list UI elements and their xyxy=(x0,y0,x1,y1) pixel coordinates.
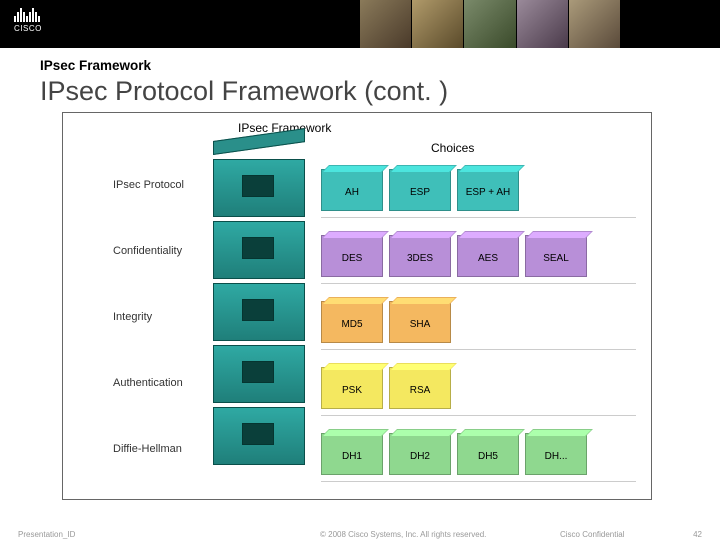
stack-block xyxy=(213,345,305,403)
stack-block xyxy=(213,159,305,217)
top-bar: CISCO xyxy=(0,0,720,48)
stack-block xyxy=(213,283,305,341)
slide-title: IPsec Protocol Framework (cont. ) xyxy=(40,76,448,107)
choice-block: RSA xyxy=(389,367,451,409)
choice-block: DH2 xyxy=(389,433,451,475)
page-number: 42 xyxy=(693,530,702,539)
choices-label: Choices xyxy=(431,141,474,155)
choice-block: 3DES xyxy=(389,235,451,277)
choice-block: PSK xyxy=(321,367,383,409)
choice-block: AH xyxy=(321,169,383,211)
choice-block: DH5 xyxy=(457,433,519,475)
choice-block: SHA xyxy=(389,301,451,343)
row-label: IPsec Protocol xyxy=(113,179,203,191)
choice-block: ESP + AH xyxy=(457,169,519,211)
copyright: © 2008 Cisco Systems, Inc. All rights re… xyxy=(320,530,486,539)
cisco-logo: CISCO xyxy=(14,6,42,33)
stack-block xyxy=(213,407,305,465)
logo-text: CISCO xyxy=(14,24,42,33)
choice-block: SEAL xyxy=(525,235,587,277)
row-label: Diffie-Hellman xyxy=(113,443,203,455)
ipsec-diagram: IPsec Framework Choices IPsec ProtocolCo… xyxy=(62,112,652,500)
choice-row: AHESPESP + AH xyxy=(321,169,636,218)
row-label: Authentication xyxy=(113,377,203,389)
choice-row: MD5SHA xyxy=(321,301,636,350)
row-label: Integrity xyxy=(113,311,203,323)
slide-subtitle: IPsec Framework xyxy=(40,58,151,73)
row-label: Confidentiality xyxy=(113,245,203,257)
choice-block: MD5 xyxy=(321,301,383,343)
presentation-id: Presentation_ID xyxy=(18,530,75,539)
choice-block: DES xyxy=(321,235,383,277)
choice-block: ESP xyxy=(389,169,451,211)
choice-row: PSKRSA xyxy=(321,367,636,416)
stack-block xyxy=(213,221,305,279)
choice-block: DH... xyxy=(525,433,587,475)
logo-bars-icon xyxy=(14,6,42,22)
confidential: Cisco Confidential xyxy=(560,530,624,539)
choice-block: DH1 xyxy=(321,433,383,475)
choice-row: DH1DH2DH5DH... xyxy=(321,433,636,482)
photo-strip xyxy=(360,0,620,48)
choice-row: DES3DESAESSEAL xyxy=(321,235,636,284)
framework-stack xyxy=(213,141,305,465)
choice-block: AES xyxy=(457,235,519,277)
